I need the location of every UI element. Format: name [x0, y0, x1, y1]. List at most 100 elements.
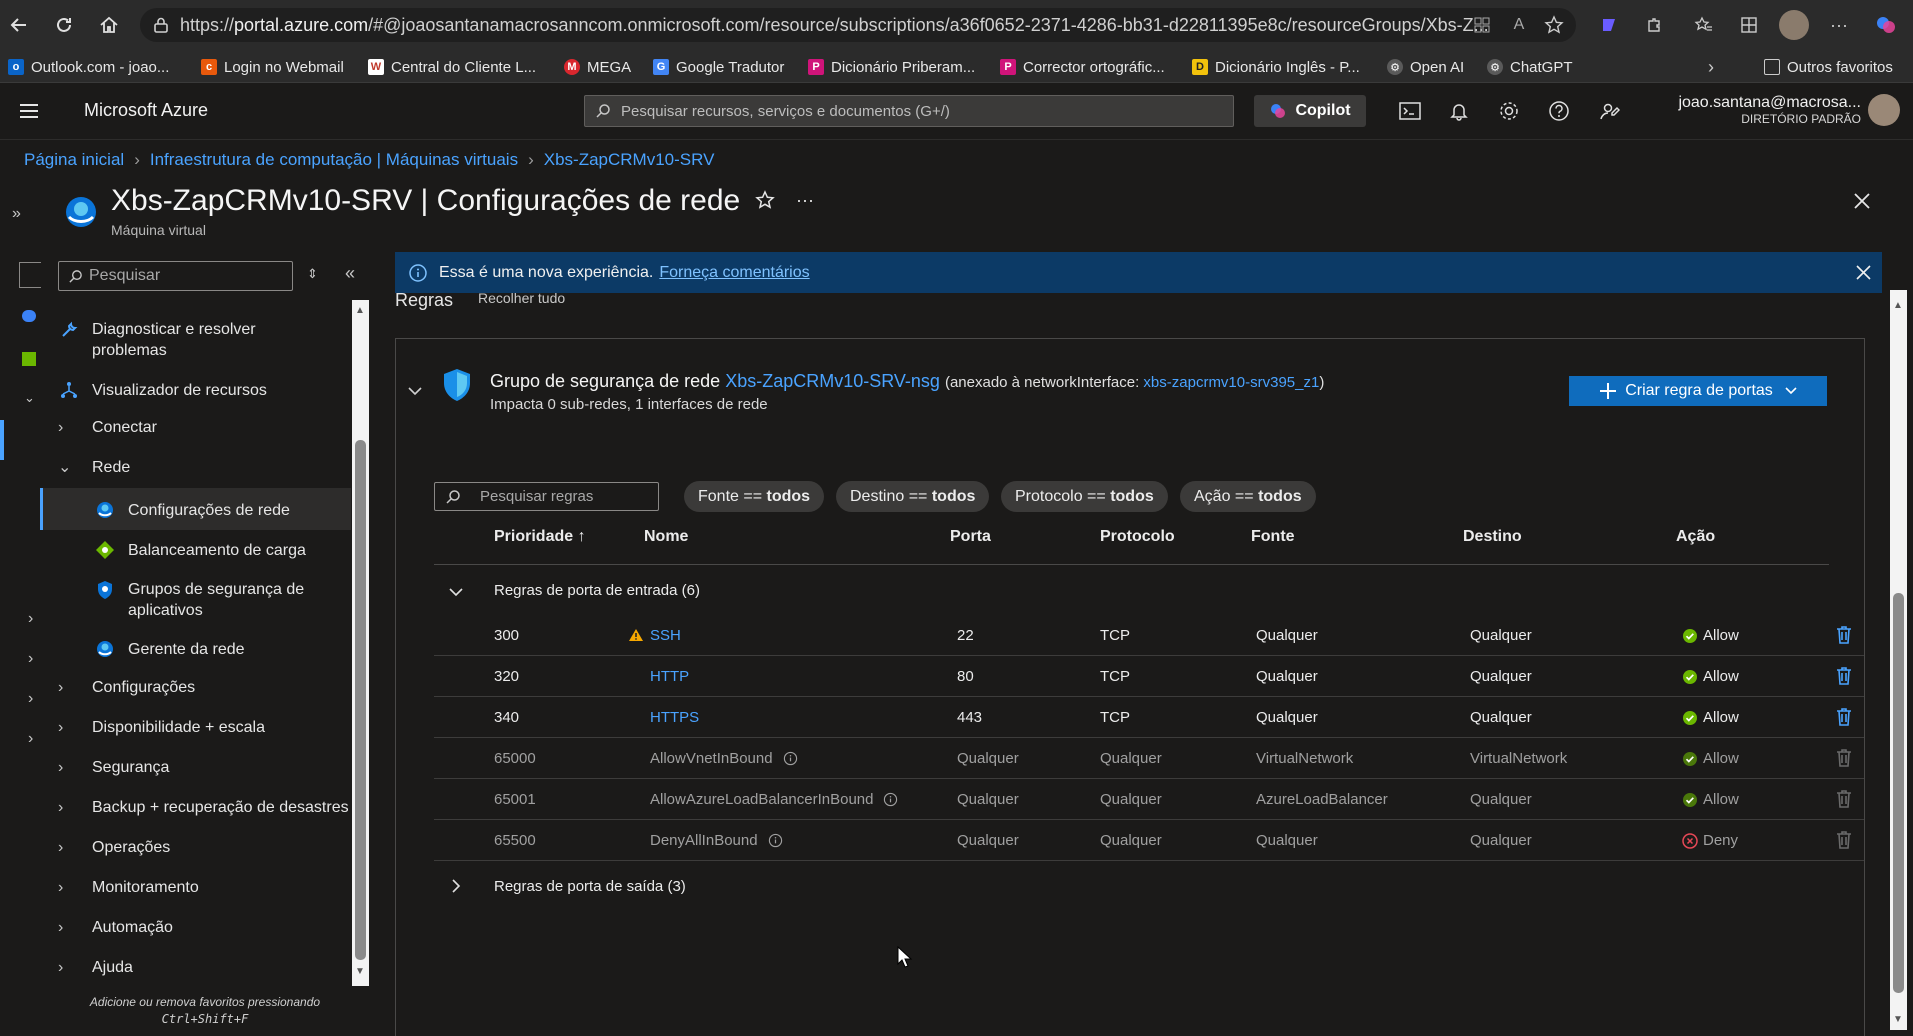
- info-icon[interactable]: [873, 791, 898, 808]
- avatar[interactable]: [1868, 94, 1900, 126]
- create-port-rule-button[interactable]: Criar regra de portas: [1569, 376, 1827, 406]
- lock-icon[interactable]: [152, 16, 170, 34]
- bookmark-google-tradutor[interactable]: G Google Tradutor: [653, 56, 784, 78]
- menu-network-settings[interactable]: Configurações de rede: [94, 499, 290, 521]
- more-icon[interactable]: ···: [1826, 12, 1852, 38]
- copilot-button[interactable]: Copilot: [1254, 95, 1366, 127]
- read-aloud-icon[interactable]: A: [1506, 12, 1532, 38]
- column-source[interactable]: Fonte: [1251, 528, 1295, 546]
- bookmark-mega[interactable]: M MEGA: [564, 56, 631, 78]
- bookmark-priberam[interactable]: P Dicionário Priberam...: [808, 56, 975, 78]
- portal-menu-icon[interactable]: [18, 101, 40, 121]
- close-icon[interactable]: [1853, 192, 1871, 210]
- menu-conectar[interactable]: › Conectar: [58, 417, 157, 438]
- home-icon[interactable]: [96, 12, 122, 38]
- delete-trash-icon[interactable]: [1836, 625, 1852, 644]
- expand-rail-icon[interactable]: »: [12, 205, 21, 223]
- menu-rede[interactable]: ⌄ Rede: [58, 457, 130, 478]
- rail-cloud-icon[interactable]: [22, 310, 36, 322]
- more-actions-icon[interactable]: ···: [796, 190, 814, 211]
- filter-acao[interactable]: Ação == todos: [1180, 481, 1316, 512]
- menu-ajuda[interactable]: › Ajuda: [58, 957, 133, 978]
- table-row[interactable]: 65001 AllowAzureLoadBalancerInBound Qualqu…: [434, 779, 1864, 820]
- table-row[interactable]: 340 HTTPS 443 TCP Qualquer Qualquer Allow: [434, 697, 1864, 738]
- apps-icon[interactable]: [1469, 12, 1495, 38]
- copilot-sidebar-icon[interactable]: [1873, 12, 1899, 38]
- help-icon[interactable]: [1547, 99, 1571, 123]
- rail-chevron-right-icon[interactable]: ›: [28, 730, 33, 748]
- menu-network-manager[interactable]: Gerente da rede: [94, 638, 245, 660]
- bookmarks-overflow-chevron-icon[interactable]: ›: [1708, 56, 1714, 78]
- rail-dashboard-icon[interactable]: [22, 352, 36, 366]
- table-row[interactable]: 65500 DenyAllInBound Qualquer Qualquer Qualq…: [434, 820, 1864, 861]
- rule-name-link[interactable]: DenyAllInBound: [650, 832, 758, 849]
- rule-search-input[interactable]: Pesquisar regras: [434, 482, 659, 511]
- menu-configuracoes[interactable]: › Configurações: [58, 677, 195, 698]
- bookmark-outlook[interactable]: o Outlook.com - joao...: [8, 56, 169, 78]
- scroll-up-icon[interactable]: ▲: [1893, 300, 1903, 311]
- address-bar[interactable]: https://portal.azure.com/#@joaosantanama…: [140, 8, 1576, 42]
- feedback-link[interactable]: Forneça comentários: [659, 264, 809, 282]
- azure-brand[interactable]: Microsoft Azure: [84, 100, 208, 121]
- menu-seguranca[interactable]: › Segurança: [58, 757, 169, 778]
- main-scroll-thumb[interactable]: [1893, 593, 1904, 993]
- filter-protocolo[interactable]: Protocolo == todos: [1001, 481, 1168, 512]
- bookmark-openai[interactable]: ⚙ Open AI: [1387, 56, 1464, 78]
- favorite-star-icon[interactable]: [1541, 12, 1567, 38]
- scroll-up-icon[interactable]: ▲: [355, 305, 365, 316]
- scroll-down-icon[interactable]: ▼: [1893, 1014, 1903, 1025]
- menu-backup[interactable]: › Backup + recuperação de desastres: [58, 797, 349, 818]
- account-info[interactable]: joao.santana@macrosa... DIRETÓRIO PADRÃO: [1656, 94, 1861, 126]
- bookmark-dicionario-ingles[interactable]: D Dicionário Inglês - P...: [1192, 56, 1360, 78]
- filter-fonte[interactable]: Fonte == todos: [684, 481, 825, 512]
- bookmark-central-cliente[interactable]: W Central do Cliente L...: [368, 56, 536, 78]
- column-name[interactable]: Nome: [644, 528, 688, 546]
- menu-resource-visualizer[interactable]: Visualizador de recursos: [58, 379, 267, 401]
- favorite-star-icon[interactable]: [755, 190, 775, 210]
- bookmark-chatgpt[interactable]: ⚙ ChatGPT: [1487, 56, 1573, 78]
- rail-chevron-right-icon[interactable]: ›: [28, 690, 33, 708]
- column-port[interactable]: Porta: [950, 528, 991, 546]
- nsg-name-link[interactable]: Xbs-ZapCRMv10-SRV-nsg: [725, 371, 940, 391]
- chevron-down-icon[interactable]: [448, 586, 464, 598]
- side-menu-scroll-thumb[interactable]: [355, 440, 366, 960]
- table-row[interactable]: 65000 AllowVnetInBound Qualquer Qualquer Vir…: [434, 738, 1864, 779]
- info-icon[interactable]: [773, 750, 798, 767]
- menu-diagnose[interactable]: Diagnosticar e resolver problemas: [58, 319, 256, 361]
- menu-automacao[interactable]: › Automação: [58, 917, 173, 938]
- bookmark-corrector[interactable]: P Corrector ortográfic...: [1000, 56, 1165, 78]
- filter-destino[interactable]: Destino == todos: [836, 481, 990, 512]
- menu-app-security-groups[interactable]: Grupos de segurança de aplicativos: [94, 579, 304, 621]
- rule-name-link[interactable]: AllowVnetInBound: [650, 750, 773, 767]
- delete-trash-icon[interactable]: [1836, 666, 1852, 685]
- collections-icon[interactable]: [1736, 12, 1762, 38]
- chevron-right-icon[interactable]: [450, 878, 462, 894]
- notifications-bell-icon[interactable]: [1447, 99, 1471, 123]
- chevron-down-icon[interactable]: [407, 385, 423, 397]
- collapse-menu-icon[interactable]: «: [345, 263, 355, 284]
- bookmark-webmail[interactable]: c Login no Webmail: [201, 56, 344, 78]
- refresh-icon[interactable]: [51, 12, 77, 38]
- breadcrumb-vm[interactable]: Xbs-ZapCRMv10-SRV: [544, 150, 715, 170]
- rail-chevron-right-icon[interactable]: ›: [28, 610, 33, 628]
- favorites-icon[interactable]: [1691, 12, 1717, 38]
- rule-name-link[interactable]: SSH: [650, 627, 681, 644]
- copilot-browser-icon[interactable]: [1596, 12, 1622, 38]
- menu-disponibilidade[interactable]: › Disponibilidade + escala: [58, 717, 265, 738]
- back-icon[interactable]: [6, 12, 32, 38]
- table-row[interactable]: 300 SSH 22 TCP Qualquer Qualquer Allow: [434, 615, 1864, 656]
- feedback-icon[interactable]: [1597, 99, 1621, 123]
- rail-chevron-down-icon[interactable]: ⌄: [24, 390, 35, 406]
- info-icon[interactable]: [758, 832, 783, 849]
- rule-name-link[interactable]: HTTPS: [650, 709, 699, 726]
- column-action[interactable]: Ação: [1676, 528, 1715, 546]
- extensions-icon[interactable]: [1641, 12, 1667, 38]
- rule-name-link[interactable]: HTTP: [650, 668, 689, 685]
- delete-trash-icon[interactable]: [1836, 707, 1852, 726]
- table-row[interactable]: 320 HTTP 80 TCP Qualquer Qualquer Allow: [434, 656, 1864, 697]
- cloud-shell-icon[interactable]: [1398, 99, 1422, 123]
- settings-gear-icon[interactable]: [1497, 99, 1521, 123]
- other-favorites[interactable]: Outros favoritos: [1764, 56, 1893, 78]
- inbound-rules-group[interactable]: Regras de porta de entrada (6): [494, 582, 700, 599]
- menu-load-balancing[interactable]: Balanceamento de carga: [94, 539, 306, 561]
